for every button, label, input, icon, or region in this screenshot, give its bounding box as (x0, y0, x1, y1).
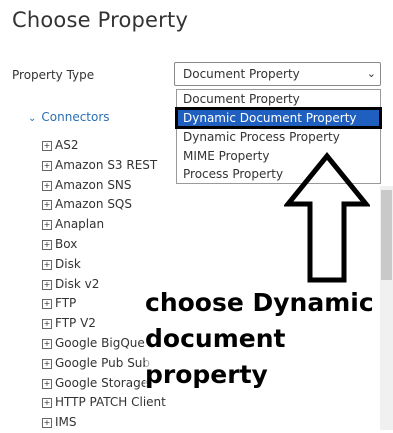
plus-box-icon[interactable]: + (42, 141, 52, 151)
tree-item-label: Google Storage (55, 375, 149, 390)
tree-item[interactable]: + Amazon S3 REST (42, 156, 166, 176)
plus-box-icon[interactable]: + (42, 180, 52, 191)
tree-item[interactable]: + Anaplan (42, 215, 166, 235)
plus-box-icon[interactable]: + (42, 398, 52, 409)
plus-box-icon[interactable]: + (42, 299, 52, 310)
tree-item-label: Anaplan (55, 217, 105, 232)
tree-item-label: FTP (55, 296, 77, 311)
tree-item-label: Amazon SNS (55, 177, 132, 192)
plus-box-icon[interactable]: + (42, 378, 52, 389)
tree-item-label: Amazon S3 REST (55, 157, 158, 172)
annotation-line: choose Dynamic (145, 285, 374, 321)
tree-item[interactable]: + Disk (42, 255, 166, 275)
annotation-text: choose Dynamic document property (145, 285, 393, 393)
annotation-line: property (145, 357, 268, 393)
tree-item-label: Box (55, 236, 78, 251)
tree-item-label: IMS (55, 415, 77, 430)
option-dynamic-process-property[interactable]: Dynamic Process Property (177, 128, 380, 146)
property-type-selected-value: Document Property (183, 67, 300, 81)
tree-item-label: FTP V2 (55, 316, 96, 331)
tree-item[interactable]: + AS2 (42, 136, 166, 156)
up-arrow-icon (284, 152, 370, 283)
caret-down-icon: ⌄ (366, 67, 376, 80)
plus-box-icon[interactable]: + (42, 220, 52, 231)
tree-item-label: Google Pub Sub (55, 355, 151, 370)
page-title: Choose Property (12, 8, 189, 32)
scrollbar-thumb[interactable] (381, 190, 392, 280)
tree-item-label: Disk (55, 256, 81, 271)
tree-item-label: AS2 (55, 138, 79, 152)
plus-box-icon[interactable]: + (42, 239, 52, 250)
tree-item-label: Amazon SQS (55, 197, 132, 212)
plus-box-icon[interactable]: + (42, 418, 52, 429)
plus-box-icon[interactable]: + (42, 200, 52, 211)
tree-section-label: Connectors (41, 110, 110, 124)
plus-box-icon[interactable]: + (42, 319, 52, 330)
plus-box-icon[interactable]: + (42, 358, 52, 369)
plus-box-icon[interactable]: + (42, 160, 52, 171)
plus-box-icon[interactable]: + (42, 338, 52, 349)
option-document-property[interactable]: Document Property (177, 90, 380, 108)
tree-item[interactable]: + Amazon SNS (42, 176, 166, 196)
plus-box-icon[interactable]: + (42, 259, 52, 270)
annotation-line: document (145, 321, 286, 357)
tree-item[interactable]: + HTTP PATCH Client (42, 393, 166, 413)
tree-section-connectors[interactable]: ⌄ Connectors (28, 110, 110, 124)
tree-item-label: Disk v2 (55, 276, 100, 291)
chevron-down-icon: ⌄ (28, 113, 37, 124)
property-type-label: Property Type (12, 68, 95, 82)
tree-item[interactable]: + Box (42, 235, 166, 255)
plus-box-icon[interactable]: + (42, 279, 52, 290)
tree-item-label: Google BigQue (55, 335, 145, 350)
option-dynamic-document-property[interactable]: Dynamic Document Property (175, 107, 382, 129)
property-type-select[interactable]: Document Property ⌄ (174, 62, 381, 86)
tree-item-label: HTTP PATCH Client (55, 395, 166, 410)
tree-item[interactable]: + Amazon SQS (42, 195, 166, 215)
